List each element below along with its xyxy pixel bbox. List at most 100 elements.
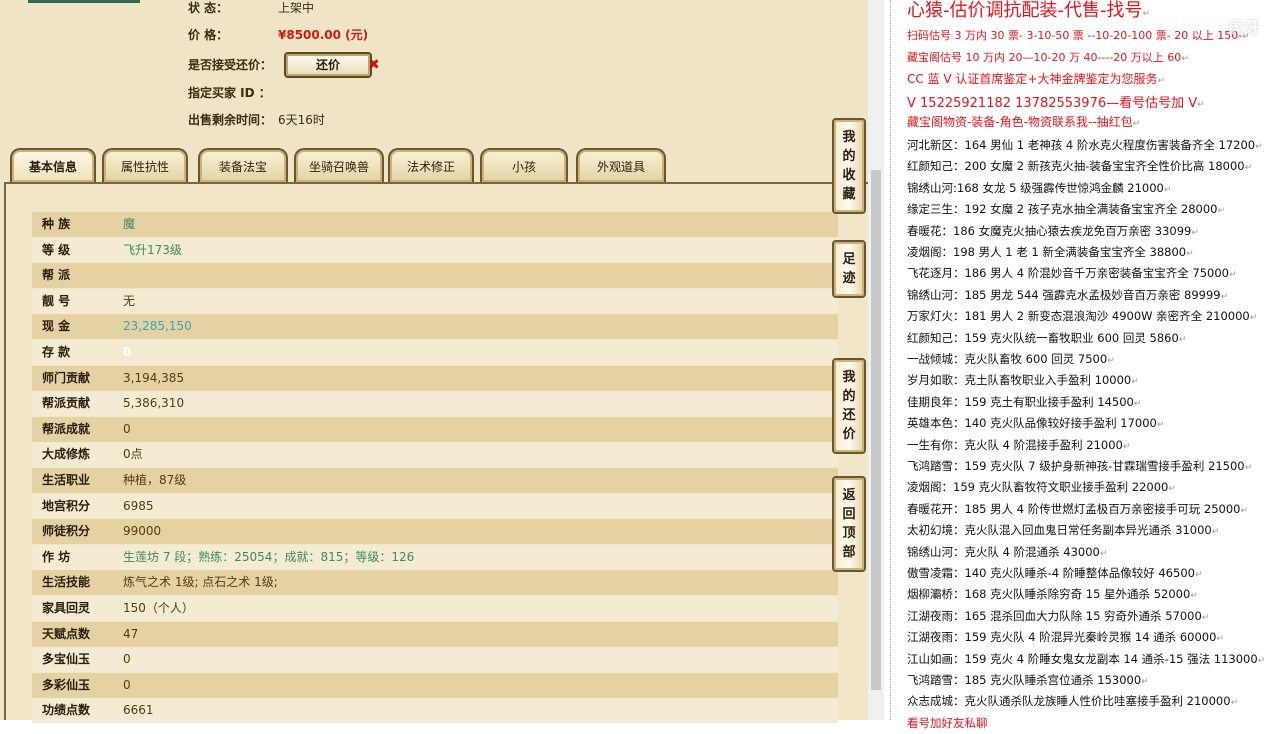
scrollbar-thumb[interactable]: [871, 170, 881, 690]
attribute-value: 无: [123, 293, 136, 308]
attribute-key: 大成修炼: [42, 447, 91, 462]
tab-basic-info[interactable]: 基本信息: [10, 148, 96, 182]
return-mark-icon: ↵: [1186, 249, 1194, 259]
notes-line: 河北新区：164 男仙 1 老神孩 4 阶水克火程度伤害装备齐全 17200↵: [907, 135, 1263, 156]
side-button-char: 我: [842, 130, 856, 145]
return-mark-icon: ↵: [1249, 313, 1258, 324]
notes-header-line: 心猿-估价调抗配装-代售-找号↵: [907, 0, 1150, 22]
price-row: 价 格： ¥8500.00 (元): [188, 25, 368, 45]
notes-header-line: 扫码估号 3 万内 30 票- 3-10-50 票 --10-20-100 票-…: [907, 27, 1250, 43]
notes-header-text: 扫码估号 3 万内 30 票- 3-10-50 票 --10-20-100 票-…: [907, 29, 1243, 42]
tab-bar: 基本信息 属性抗性 装备法宝 坐骑召唤兽 法术修正 小孩 外观道具: [10, 148, 868, 184]
status-value: 上架中: [278, 1, 315, 15]
time-left-row: 出售剩余时间： 6天16时: [188, 110, 325, 130]
notes-line-text: 河北新区：164 男仙 1 老神孩 4 阶水克火程度伤害装备齐全 17200: [907, 138, 1256, 152]
return-mark-icon: ↵: [1131, 377, 1139, 388]
return-mark-icon: ↵: [1211, 527, 1220, 538]
attribute-key: 存 款: [42, 345, 71, 359]
attribute-key: 帮 派: [42, 268, 71, 283]
return-mark-icon: ↵: [1190, 591, 1198, 602]
tab-appearance[interactable]: 外观道具: [576, 148, 666, 182]
tab-equipment[interactable]: 装备法宝: [198, 148, 288, 182]
close-icon[interactable]: ✖: [368, 55, 380, 75]
notes-header-line: CC 蓝 V 认证首席鉴定+大神金牌鉴定为您服务↵: [907, 70, 1165, 87]
attribute-value: 3,194,385: [123, 370, 185, 385]
price-value: ¥8500.00 (元): [278, 28, 369, 42]
notes-header-text: 藏宝阁估号 10 万内 20—10-20 万 40----20 万以上 60: [907, 51, 1182, 64]
footprints-button[interactable]: 足迹: [832, 240, 866, 298]
table-row: 师徒积分 99000: [32, 519, 838, 545]
attribute-key: 师门贡献: [42, 370, 91, 385]
table-row: 地宫积分 6985: [32, 493, 838, 519]
side-button-char: 藏: [842, 187, 856, 202]
tab-attributes[interactable]: 属性抗性: [102, 148, 188, 182]
attribute-key: 生活技能: [42, 575, 91, 590]
notes-line-text: 飞花逐月：186 男人 4 阶混妙音千万亲密装备宝宝齐全 75000: [907, 266, 1229, 281]
table-row: 天赋点数 47: [32, 621, 838, 647]
tab-children[interactable]: 小孩: [480, 148, 568, 182]
side-button-char: 回: [842, 507, 856, 522]
return-mark-icon: ↵: [1197, 100, 1205, 110]
return-mark-icon: ↵: [1228, 270, 1237, 281]
attribute-key: 生活职业: [42, 473, 91, 487]
return-mark-icon: ↵: [1107, 356, 1115, 366]
notes-line-text: 一战倾城：克火队畜牧 600 回灵 7500: [907, 352, 1108, 366]
attribute-value: 飞升173级: [123, 242, 182, 257]
notes-line: 凌烟阁：198 男人 1 老 1 新全满装备宝宝齐全 38800↵: [907, 242, 1194, 263]
side-button-char: 还: [842, 408, 856, 423]
attribute-value: 5,386,310: [123, 396, 185, 411]
notes-line-text: 江湖夜雨：165 混杀回血大力队除 15 穷奇外通杀 57000: [907, 608, 1202, 623]
notes-line-text: 凌烟阁：159 克火队畜牧符文职业接手盈利 22000: [907, 480, 1169, 495]
attribute-key: 多宝仙玉: [42, 652, 91, 667]
tab-spell-mods[interactable]: 法术修正: [388, 148, 474, 182]
table-row: 多宝仙玉 0: [32, 647, 838, 673]
table-row: 帮 派: [32, 263, 838, 289]
back-to-top-button[interactable]: 返回顶部: [832, 476, 866, 572]
return-mark-icon: ↵: [1178, 334, 1187, 345]
return-mark-icon: ↵: [1157, 76, 1166, 86]
notes-line: 春暖花开：185 男人 4 阶传世燃灯孟极百万亲密接手可玩 25000↵: [907, 499, 1248, 520]
notes-line: 傲雪凌霜：140 克火队睡杀-4 阶睡整体品像较好 46500↵: [907, 563, 1203, 584]
notes-line: 众志成城：克火队通杀队龙族睡人性价比哇塞接手盈利 210000↵: [907, 691, 1238, 712]
attribute-value: 99000: [123, 524, 162, 539]
notes-line: 锦绣山河：克火队 4 阶混通杀 43000↵: [907, 542, 1107, 563]
notes-line-text: 凌烟阁：198 男人 1 老 1 新全满装备宝宝齐全 38800: [907, 245, 1187, 259]
notes-line-text: 红颜知己：159 克火队统一畜牧职业 600 回灵 5860: [907, 330, 1179, 345]
notes-header-text: 藏宝阁物资-装备-角色-物资联系我--抽红包: [907, 115, 1133, 129]
favorites-button[interactable]: 我的收藏: [832, 118, 866, 214]
attribute-value: 0: [123, 421, 131, 436]
attribute-value: 23,285,150: [123, 319, 192, 334]
table-row: 靓 号无: [32, 288, 838, 314]
attribute-key: 种 族: [42, 217, 71, 231]
table-row: 大成修炼 0点: [32, 442, 838, 468]
attribute-value: 0: [123, 345, 132, 359]
haggle-button[interactable]: 还价: [284, 52, 372, 78]
notes-line-text: 万家灯火：181 男人 2 新变态混浪淘沙 4900W 亲密齐全 210000: [907, 309, 1250, 324]
top-color-strip: [28, 0, 140, 3]
return-mark-icon: ↵: [1163, 184, 1172, 195]
side-button-char: 足: [842, 252, 856, 267]
notes-line: 佳期良年：159 克土有职业接手盈利 14500↵: [907, 392, 1141, 413]
time-left-value: 6天16时: [278, 113, 325, 127]
notes-header-line: V 15225921182 13782553976—看号估号加 V↵: [907, 92, 1205, 111]
buyer-id-row: 指定买家 ID ：: [188, 83, 278, 103]
notes-line-text: 缘定三生：192 女魔 2 孩子克水抽全满装备宝宝齐全 28000: [907, 202, 1218, 217]
watermark-logo: 虎牙: [1228, 18, 1261, 37]
attribute-key: 等 级: [42, 242, 71, 257]
return-mark-icon: ↵: [1244, 163, 1253, 174]
notes-header-text: V 15225921182 13782553976—看号估号加 V: [907, 96, 1198, 111]
my-offers-button[interactable]: 我的还价: [832, 358, 866, 454]
notes-line-text: 春暖花开：185 男人 4 阶传世燃灯孟极百万亲密接手可玩 25000: [907, 501, 1241, 516]
notes-line: 凌烟阁：159 克火队畜牧符文职业接手盈利 22000↵: [907, 477, 1176, 498]
notes-line: 缘定三生：192 女魔 2 孩子克水抽全满装备宝宝齐全 28000↵: [907, 199, 1225, 220]
table-row: 多彩仙玉 0: [32, 672, 838, 698]
table-row: 帮派贡献 5,386,310: [32, 391, 838, 417]
tab-mounts-pets[interactable]: 坐骑召唤兽: [294, 148, 384, 182]
side-button-char: 的: [842, 149, 856, 164]
notes-line-text: 锦绣山河:168 女龙 5 级强霹传世惊鸿金麟 21000: [907, 180, 1164, 195]
notes-line: 岁月如歌：克土队畜牧职业入手盈利 10000↵: [907, 370, 1139, 391]
return-mark-icon: ↵: [1230, 698, 1239, 709]
notes-line: 江湖夜雨：159 克火队 4 阶混异光秦岭灵猴 14 通杀 60000↵: [907, 627, 1224, 648]
side-button-char: 的: [842, 389, 856, 404]
return-mark-icon: ↵: [1255, 142, 1263, 152]
